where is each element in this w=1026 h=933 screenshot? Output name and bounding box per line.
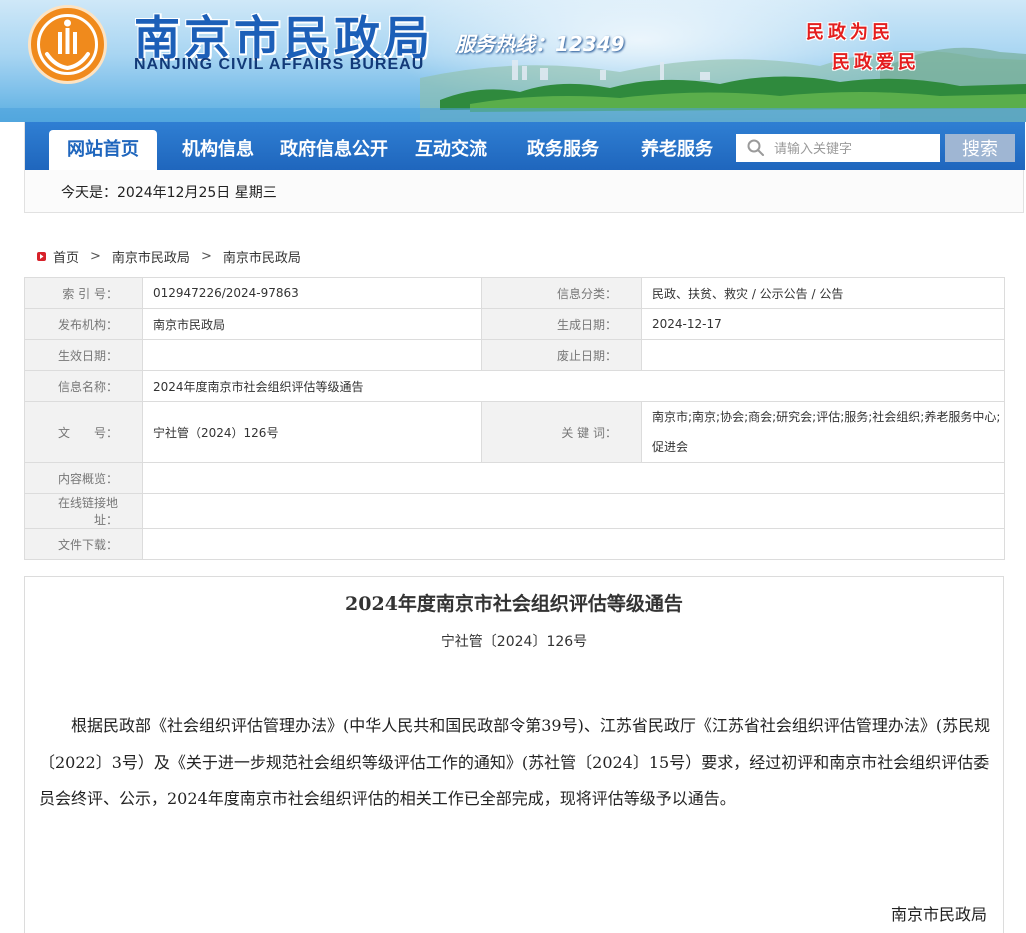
search-input[interactable] bbox=[736, 134, 940, 162]
nav-institution-info[interactable]: 机构信息 bbox=[170, 130, 266, 170]
document-meta-table: 索 引 号： 012947226/2024-97863 信息分类： 民政、扶贫、… bbox=[24, 277, 1005, 560]
table-row: 文 号： 宁社管（2024）126号 关 键 词： 南京市;南京;协会;商会;研… bbox=[24, 401, 1005, 463]
table-row: 内容概览： bbox=[24, 462, 1005, 494]
online-link-value[interactable] bbox=[142, 493, 1005, 529]
category-label: 信息分类： bbox=[481, 277, 642, 309]
table-row: 信息名称： 2024年度南京市社会组织评估等级通告 bbox=[24, 370, 1005, 402]
table-row: 发布机构： 南京市民政局 生成日期： 2024-12-17 bbox=[24, 308, 1005, 340]
search-button[interactable]: 搜索 bbox=[945, 134, 1015, 162]
breadcrumb-current[interactable]: 南京市民政局 bbox=[223, 247, 301, 266]
index-label: 索 引 号： bbox=[24, 277, 143, 309]
table-row: 文件下载： bbox=[24, 528, 1005, 560]
bureau-emblem-icon bbox=[28, 5, 107, 84]
search-icon bbox=[747, 139, 764, 156]
effective-date-label: 生效日期： bbox=[24, 339, 143, 371]
article-body: 根据民政部《社会组织评估管理办法》(中华人民共和国民政部令第39号)、江苏省民政… bbox=[39, 716, 991, 808]
effective-date-value bbox=[142, 339, 482, 371]
info-name-label: 信息名称： bbox=[24, 370, 143, 402]
nav-gov-info-disclosure[interactable]: 政府信息公开 bbox=[275, 130, 393, 170]
keywords-label: 关 键 词： bbox=[481, 401, 642, 463]
article-title: 2024年度南京市社会组织评估等级通告 bbox=[345, 593, 683, 615]
expiry-date-value bbox=[641, 339, 1005, 371]
breadcrumb-bureau[interactable]: 南京市民政局 bbox=[112, 247, 190, 266]
online-link-label: 在线链接地址： bbox=[24, 493, 143, 529]
article-signature: 南京市民政局 bbox=[890, 905, 987, 924]
breadcrumb-separator: > bbox=[200, 249, 212, 264]
breadcrumb: 首页 > 南京市民政局 > 南京市民政局 bbox=[36, 247, 301, 266]
breadcrumb-separator: > bbox=[90, 249, 101, 264]
site-banner: 南京市民政局 NANJING CIVIL AFFAIRS BUREAU 服务热线… bbox=[0, 0, 1026, 122]
nav-home[interactable]: 网站首页 bbox=[49, 130, 157, 170]
slogan-2: 民政爱民 bbox=[832, 52, 920, 73]
slogan-1: 民政为民 bbox=[806, 22, 894, 43]
doc-number-value: 宁社管（2024）126号 bbox=[142, 401, 482, 463]
publisher-label: 发布机构： bbox=[24, 308, 143, 340]
index-value: 012947226/2024-97863 bbox=[142, 277, 482, 309]
article-doc-number: 宁社管〔2024〕126号 bbox=[440, 634, 588, 650]
nav-elderly-services[interactable]: 养老服务 bbox=[629, 130, 725, 170]
nav-container: 网站首页 机构信息 政府信息公开 互动交流 政务服务 养老服务 搜索 今天是：2… bbox=[24, 122, 1025, 213]
breadcrumb-home[interactable]: 首页 bbox=[53, 247, 79, 266]
table-row: 索 引 号： 012947226/2024-97863 信息分类： 民政、扶贫、… bbox=[24, 277, 1005, 309]
table-row: 生效日期： 废止日期： bbox=[24, 339, 1005, 371]
table-row: 在线链接地址： bbox=[24, 493, 1005, 529]
location-marker-icon bbox=[37, 252, 46, 261]
service-hotline: 服务热线：12349 bbox=[455, 32, 625, 56]
site-title-english: NANJING CIVIL AFFAIRS BUREAU bbox=[134, 56, 425, 73]
info-name-value: 2024年度南京市社会组织评估等级通告 bbox=[142, 370, 1005, 402]
publisher-value: 南京市民政局 bbox=[142, 308, 482, 340]
summary-label: 内容概览： bbox=[24, 462, 143, 494]
keywords-value: 南京市;南京;协会;商会;研究会;评估;服务;社会组织;养老服务中心;促进会 bbox=[641, 401, 1005, 463]
created-date-value: 2024-12-17 bbox=[641, 308, 1005, 340]
summary-value bbox=[142, 462, 1005, 494]
file-download-value[interactable] bbox=[142, 528, 1005, 560]
nav-interaction[interactable]: 互动交流 bbox=[403, 130, 499, 170]
nav-gov-services[interactable]: 政务服务 bbox=[515, 130, 611, 170]
category-value: 民政、扶贫、救灾 / 公示公告 / 公告 bbox=[641, 277, 1005, 309]
file-download-label: 文件下载： bbox=[24, 528, 143, 560]
doc-number-label: 文 号： bbox=[24, 401, 143, 463]
expiry-date-label: 废止日期： bbox=[481, 339, 642, 371]
today-date: 今天是：2024年12月25日 星期三 bbox=[61, 185, 277, 201]
created-date-label: 生成日期： bbox=[481, 308, 642, 340]
main-navbar: 网站首页 机构信息 政府信息公开 互动交流 政务服务 养老服务 搜索 bbox=[25, 122, 1025, 170]
article-content: 2024年度南京市社会组织评估等级通告 宁社管〔2024〕126号 根据民政部《… bbox=[24, 576, 1004, 933]
